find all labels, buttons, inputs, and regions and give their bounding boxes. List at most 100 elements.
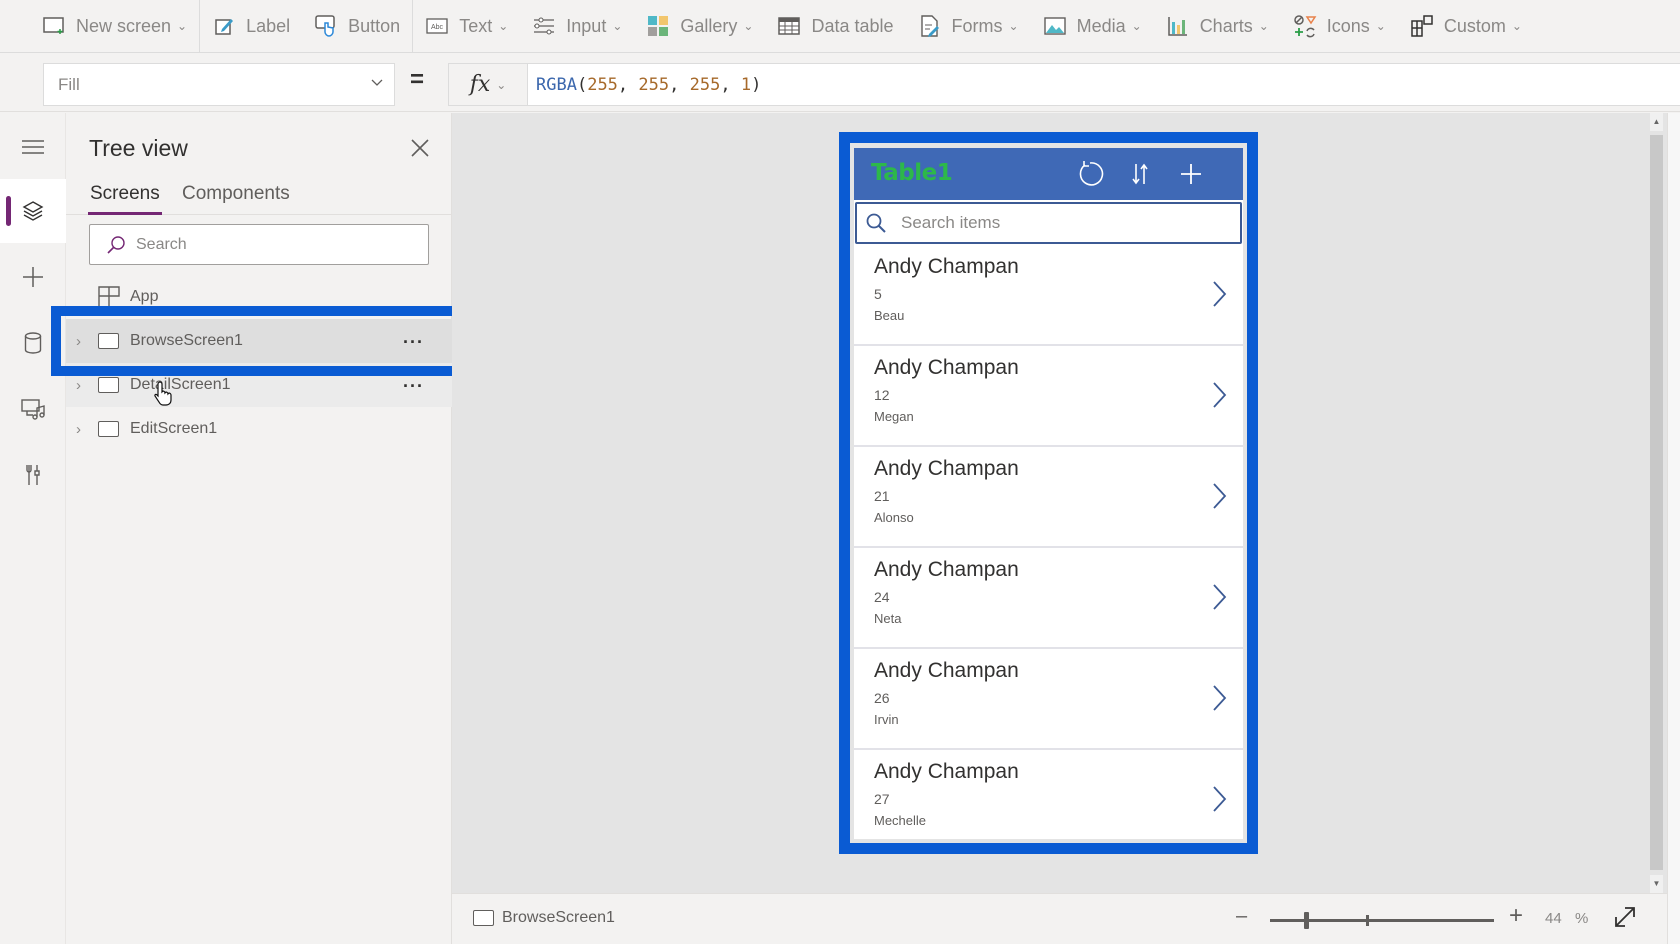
chevron-down-icon: ⌄ [743,19,754,33]
chevron-right-icon[interactable]: › [76,421,90,438]
chevron-down-icon: ⌄ [1375,19,1386,33]
sort-button[interactable] [1124,158,1156,190]
icons-button[interactable]: Icons ⌄ [1281,0,1398,53]
search-placeholder: Search [136,235,187,253]
chevron-right-icon[interactable] [1209,279,1229,309]
media-label: Media [1076,15,1126,36]
data-table-button[interactable]: Data table [765,0,905,53]
custom-label: Custom [1443,15,1506,36]
chevron-right-icon[interactable] [1209,481,1229,511]
zoom-in-button[interactable]: + [1509,902,1523,930]
item-title: Andy Champan [874,457,1019,480]
database-icon [24,332,42,354]
chevron-right-icon[interactable] [1209,683,1229,713]
formula-separator: , [617,75,639,95]
more-options-button[interactable]: ... [403,371,424,392]
tree-view-button[interactable] [0,179,66,243]
input-label: Input [566,15,607,36]
data-table-icon [777,15,801,37]
charts-button[interactable]: Charts ⌄ [1154,0,1281,53]
item-body: Megan [874,409,914,424]
property-dropdown[interactable]: Fill [43,63,395,106]
gallery-item[interactable]: Andy Champan 24 Neta [854,548,1243,649]
media-pane-button[interactable] [0,377,66,441]
chevron-right-icon[interactable] [1209,582,1229,612]
gallery-item[interactable]: Andy Champan 12 Megan [854,346,1243,447]
gallery-item[interactable]: Andy Champan 21 Alonso [854,447,1243,548]
tab-screens[interactable]: Screens [88,183,162,215]
current-screen-indicator[interactable]: BrowseScreen1 [473,909,615,927]
scrollbar-thumb[interactable] [1650,135,1663,870]
insert-button[interactable] [0,245,66,309]
add-item-button[interactable] [1175,158,1207,190]
new-screen-button[interactable]: New screen ⌄ [30,0,199,53]
forms-icon [918,15,942,37]
media-button[interactable]: Media ⌄ [1031,0,1154,53]
app-title: Table1 [871,160,953,186]
formula-paren-open: ( [576,75,588,95]
chevron-right-icon[interactable] [1209,784,1229,814]
current-screen-name: BrowseScreen1 [502,909,615,926]
zoom-value: 44 [1545,910,1562,927]
zoom-slider[interactable] [1270,908,1494,932]
hamburger-menu-button[interactable] [0,115,66,179]
fit-to-window-button[interactable] [1612,904,1640,932]
zoom-unit: % [1575,910,1589,927]
button-label: Button [348,15,401,36]
gallery-item[interactable]: Andy Champan 27 Mechelle [854,750,1243,839]
gallery-item[interactable]: Andy Champan 5 Beau [854,245,1243,346]
sort-icon [1132,163,1148,185]
scroll-down-arrow-icon[interactable]: ▼ [1650,875,1663,893]
gallery-button[interactable]: Gallery ⌄ [634,0,765,53]
tree-node-editscreen1[interactable]: › EditScreen1 [66,407,452,451]
plus-icon [23,267,43,287]
data-button[interactable] [0,311,66,375]
custom-button[interactable]: Custom ⌄ [1398,0,1534,53]
function-button[interactable]: fx ⌄ [448,63,528,106]
gallery-item[interactable]: Andy Champan 26 Irvin [854,649,1243,750]
refresh-button[interactable] [1074,158,1106,190]
item-title: Andy Champan [874,356,1019,379]
svg-text:Abc: Abc [431,24,444,31]
zoom-out-button[interactable]: – [1236,905,1247,928]
charts-label: Charts [1199,15,1253,36]
chevron-down-icon: ⌄ [1131,19,1142,33]
zoom-slider-thumb[interactable] [1304,912,1310,929]
scroll-up-arrow-icon[interactable]: ▲ [1650,113,1663,131]
forms-button[interactable]: Forms ⌄ [906,0,1031,53]
formula-separator: , [669,75,690,95]
gallery-icon [646,15,670,37]
chevron-right-icon[interactable]: › [76,377,90,394]
equals-sign: = [410,66,425,93]
button-button[interactable]: Button [302,0,412,53]
tree-node-label: BrowseScreen1 [130,332,243,349]
text-button[interactable]: Abc Text ⌄ [413,0,520,53]
tree-node-label: EditScreen1 [130,420,218,437]
canvas-scrollbar[interactable]: ▲ ▼ [1650,113,1663,893]
search-items-input[interactable]: Search items [855,202,1242,244]
tree-tabs: Screens Components [66,179,452,215]
advanced-tools-button[interactable] [0,443,66,507]
formula-separator: , [720,75,741,95]
tree-node-app[interactable]: App [66,275,452,319]
gallery-label: Gallery [680,15,738,36]
item-subtitle: 24 [874,589,890,605]
tab-components[interactable]: Components [182,183,290,205]
input-button[interactable]: Input ⌄ [520,0,634,53]
screen-icon [98,421,119,437]
label-button[interactable]: Label [200,0,302,53]
formula-paren-close: ) [751,75,762,95]
tree-search-input[interactable]: Search [89,224,429,265]
formula-input[interactable]: RGBA(255, 255, 255, 1) [528,63,1680,106]
left-rail [0,113,66,944]
tree-node-label: App [130,288,159,305]
tree-node-detailscreen1[interactable]: › DetailScreen1 ... [66,363,452,407]
chevron-right-icon[interactable] [1209,380,1229,410]
browse-screen-preview[interactable]: Table1 Search items Andy Champan 5 Beau … [854,148,1243,839]
chevron-right-icon[interactable]: › [76,333,90,350]
tree-node-browsescreen1[interactable]: › BrowseScreen1 ... [66,319,452,363]
input-icon [532,15,556,37]
search-icon [865,212,887,234]
close-button[interactable] [405,133,435,163]
more-options-button[interactable]: ... [403,327,424,348]
